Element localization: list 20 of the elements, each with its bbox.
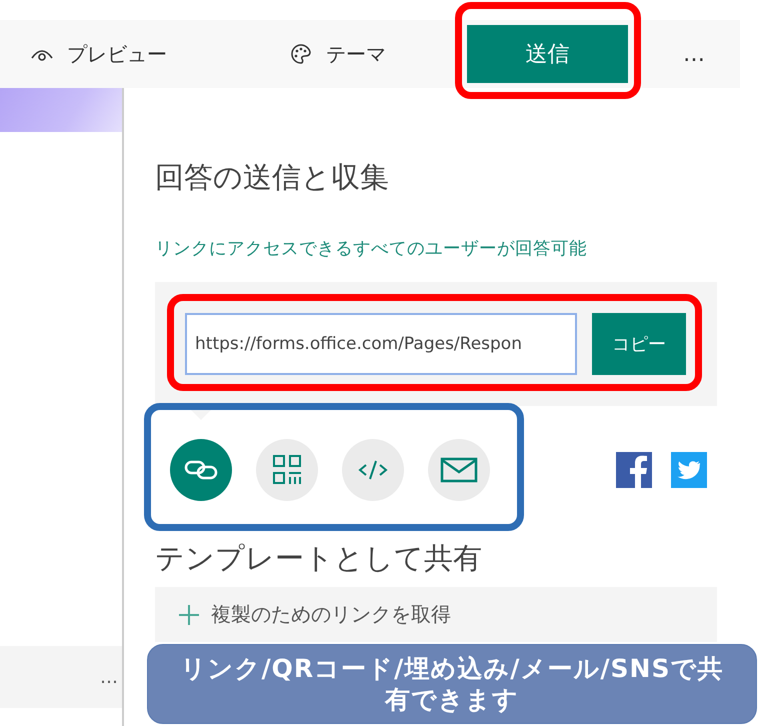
more-button[interactable]: … <box>683 42 705 66</box>
get-copy-link-button[interactable]: 複製のためのリンクを取得 <box>155 587 717 642</box>
plus-icon <box>179 604 199 624</box>
send-button[interactable]: 送信 <box>467 25 628 83</box>
mail-icon <box>440 457 478 483</box>
preview-button[interactable]: プレビュー <box>31 40 290 68</box>
access-note: リンクにアクセスできるすべてのユーザーが回答可能 <box>155 238 588 260</box>
link-field[interactable]: https://forms.office.com/Pages/Respon <box>185 313 577 375</box>
qr-code-icon <box>273 455 301 485</box>
annotation-callout: リンク/QRコード/埋め込み/メール/SNSで共有できます <box>147 644 757 724</box>
panel-title: 回答の送信と収集 <box>155 159 390 196</box>
palette-icon <box>290 43 312 65</box>
facebook-icon[interactable] <box>616 452 652 488</box>
code-icon <box>358 459 388 481</box>
theme-button[interactable]: テーマ <box>290 40 467 68</box>
section-title: テンプレートとして共有 <box>155 540 483 577</box>
link-icon <box>184 459 218 481</box>
more-button[interactable]: … <box>100 666 118 688</box>
copy-button[interactable]: コピー <box>592 313 686 375</box>
twitter-icon[interactable] <box>671 452 707 488</box>
